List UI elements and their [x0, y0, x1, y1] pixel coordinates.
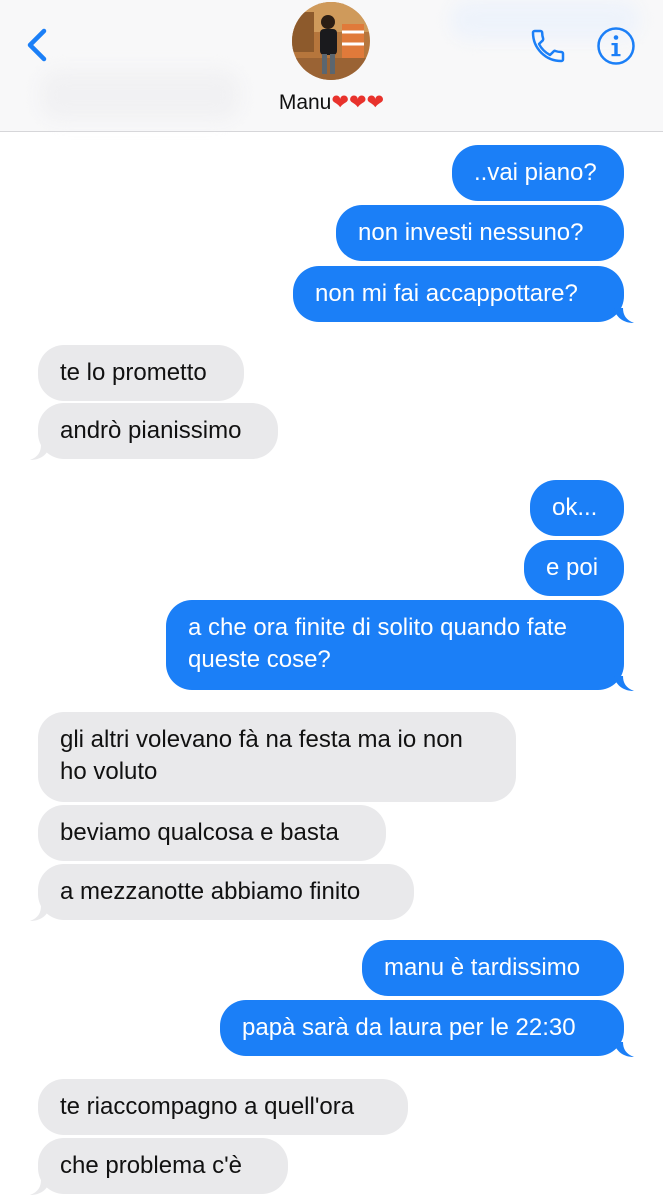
message-bubble-incoming[interactable]: che problema c'è [38, 1138, 288, 1194]
message-bubble-outgoing[interactable]: manu è tardissimo [362, 940, 624, 996]
message-bubble-outgoing[interactable]: non investi nessuno? [336, 205, 624, 261]
message-bubble-incoming[interactable]: beviamo qualcosa e basta [38, 805, 386, 861]
back-chevron-icon[interactable] [22, 26, 52, 64]
contact-name[interactable]: Manu❤❤❤ [0, 90, 663, 115]
message-bubble-outgoing[interactable]: ..vai piano? [452, 145, 624, 201]
hearts-emoji: ❤❤❤ [331, 90, 385, 114]
phone-icon[interactable] [528, 26, 568, 66]
message-bubble-incoming[interactable]: te lo prometto [38, 345, 244, 401]
bubble-tail-outgoing [614, 308, 634, 323]
bubble-tail-incoming [30, 906, 50, 921]
message-bubble-outgoing[interactable]: e poi [524, 540, 624, 596]
message-bubble-outgoing[interactable]: ok... [530, 480, 624, 536]
message-bubble-incoming[interactable]: andrò pianissimo [38, 403, 278, 459]
bubble-tail-outgoing [614, 1042, 634, 1057]
bubble-tail-outgoing [614, 676, 634, 691]
message-bubble-outgoing[interactable]: papà sarà da laura per le 22:30 [220, 1000, 624, 1056]
bubble-tail-incoming [30, 1180, 50, 1195]
message-bubble-outgoing[interactable]: non mi fai accappottare? [293, 266, 624, 322]
message-bubble-incoming[interactable]: gli altri volevano fà na festa ma io non… [38, 712, 516, 802]
message-bubble-incoming[interactable]: te riaccompagno a quell'ora [38, 1079, 408, 1135]
avatar[interactable] [292, 2, 370, 80]
conversation-header: Manu❤❤❤ [0, 0, 663, 132]
bubble-tail-incoming [30, 445, 50, 460]
message-bubble-outgoing[interactable]: a che ora finite di solito quando fate q… [166, 600, 624, 690]
info-icon[interactable] [596, 26, 636, 66]
message-bubble-incoming[interactable]: a mezzanotte abbiamo finito [38, 864, 414, 920]
